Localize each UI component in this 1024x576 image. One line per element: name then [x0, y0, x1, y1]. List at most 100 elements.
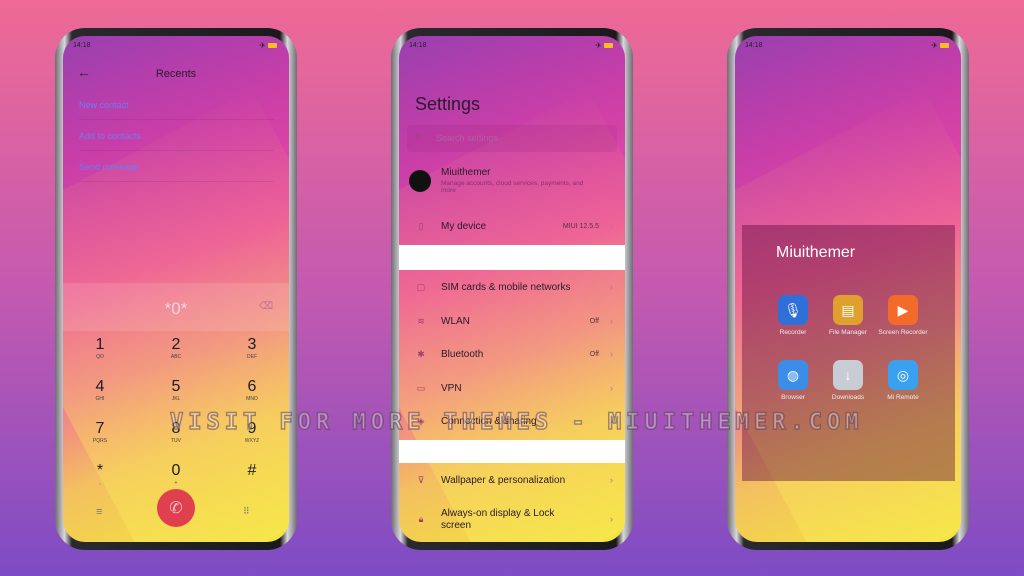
chevron-right-icon: ›	[610, 382, 613, 393]
app-icon: 🎙︎	[778, 295, 808, 325]
battery-icon	[268, 43, 277, 49]
app-icon: ◍	[778, 360, 808, 390]
account-name: Miuithemer	[441, 167, 491, 178]
key-7[interactable]: 7 PQRS	[80, 420, 120, 444]
chevron-right-icon: ›	[610, 514, 613, 524]
dialer-screen: 14:18 ✈ ← Recents New contact Add to con…	[63, 36, 289, 542]
app-downloads[interactable]: ↓ Downloads	[821, 360, 875, 402]
key-letters: ABC	[170, 354, 182, 360]
key-letters: MNO	[246, 396, 258, 402]
row-value: MIUI 12.5.5	[562, 223, 599, 230]
key-6[interactable]: 6 MNO	[232, 378, 272, 402]
key-letters: +	[174, 480, 178, 486]
dialpad-icon[interactable]: ⠿	[243, 506, 250, 517]
app-file-manager[interactable]: ▤ File Manager	[821, 295, 875, 337]
app-browser[interactable]: ◍ Browser	[766, 360, 820, 402]
key-0[interactable]: 0 +	[156, 462, 196, 486]
key-digit: 6	[247, 378, 257, 395]
key-3[interactable]: 3 DEF	[232, 336, 272, 360]
search-input[interactable]: ⚲ Search settings	[407, 125, 617, 152]
home-screen: 14:18 ✈ Miuithemer 🎙︎ Recorder ▤ File Manag…	[735, 36, 961, 542]
app-label: Downloads	[831, 394, 865, 401]
row-value: Off	[589, 317, 599, 325]
section-divider	[399, 440, 625, 463]
chevron-right-icon: ›	[610, 221, 613, 231]
chevron-right-icon: ›	[610, 475, 613, 485]
chevron-right-icon: ›	[610, 315, 613, 326]
phone-settings: 14:18 ✈ Settings ⚲ Search settings Miuit…	[391, 28, 633, 550]
dial-input[interactable]: *0*	[63, 299, 289, 319]
app-label: Recorder	[779, 329, 807, 336]
row-label: Always-on display & Lock screen	[441, 508, 555, 531]
row-label: WLAN	[441, 315, 470, 327]
key-2[interactable]: 2 ABC	[156, 336, 196, 360]
page-title: Settings	[415, 94, 481, 114]
key-letters: TUV	[171, 438, 181, 444]
app-icon: ▶	[888, 295, 918, 325]
app-icon: ◎	[888, 360, 918, 390]
folder-title[interactable]: Miuithemer	[776, 244, 855, 262]
key-letters: QO	[96, 354, 104, 360]
status-icons: ✈	[595, 41, 613, 50]
key-4[interactable]: 4 GHI	[80, 378, 120, 402]
menu-icon[interactable]: ≡	[96, 506, 102, 518]
battery-icon	[604, 43, 613, 49]
account-row[interactable]: Miuithemer Manage accounts, cloud servic…	[399, 164, 625, 204]
phone-dialer: 14:18 ✈ ← Recents New contact Add to con…	[55, 28, 297, 550]
call-button[interactable]: ✆	[157, 489, 195, 527]
new-contact-link[interactable]: New contact	[79, 100, 274, 120]
status-time: 14:18	[745, 42, 763, 49]
status-icons: ✈	[931, 41, 949, 50]
key-digit: 3	[247, 336, 257, 353]
phone-home: 14:18 ✈ Miuithemer 🎙︎ Recorder ▤ File Manag…	[727, 28, 969, 550]
wifi-icon: ≋	[417, 315, 425, 326]
app-label: Browser	[781, 394, 805, 401]
status-time: 14:18	[73, 42, 91, 49]
search-placeholder: Search settings	[436, 133, 499, 143]
app-mi-remote[interactable]: ◎ Mi Remote	[876, 360, 930, 402]
status-icons: ✈	[259, 41, 277, 50]
row-label: Wallpaper & personalization	[441, 475, 566, 486]
account-desc: Manage accounts, cloud services, payment…	[441, 180, 584, 194]
app-label: File Manager	[829, 329, 867, 336]
send-message-link[interactable]: Send message	[79, 162, 274, 182]
status-time: 14:18	[409, 42, 427, 49]
key-letters: JKL	[171, 396, 181, 402]
row-label: SIM cards & mobile networks	[441, 282, 571, 293]
app-folder: Miuithemer 🎙︎ Recorder ▤ File Manager ▶ Scree…	[742, 225, 955, 481]
key-digit: 2	[171, 336, 181, 353]
key-digit: 7	[95, 420, 105, 437]
search-icon: ⚲	[415, 132, 422, 142]
key-1[interactable]: 1 QO	[80, 336, 120, 360]
key-*[interactable]: *,	[80, 462, 120, 486]
key-#[interactable]: #	[232, 462, 272, 480]
vpn-icon: ▭	[416, 382, 426, 393]
add-to-contacts-link[interactable]: Add to contacts	[79, 131, 274, 151]
app-icon: ▤	[833, 295, 863, 325]
device-icon: ▯	[418, 221, 424, 231]
app-label: Screen Recorder	[878, 329, 928, 336]
row-value: Off	[589, 351, 599, 358]
sim-icon: ▢	[416, 282, 426, 292]
app-icon: ↓	[833, 360, 863, 390]
battery-icon	[940, 43, 949, 49]
dial-input-area: *0* ⌫	[63, 283, 289, 331]
key-digit: #	[247, 462, 257, 479]
row-label: My device	[441, 221, 487, 232]
key-5[interactable]: 5 JKL	[156, 378, 196, 402]
lock-icon: 🔒︎	[418, 514, 424, 524]
key-digit: 0	[171, 462, 181, 479]
key-letters: DEF	[247, 354, 257, 360]
row-label: VPN	[441, 382, 462, 394]
app-label: Mi Remote	[887, 394, 919, 401]
app-screen-recorder[interactable]: ▶ Screen Recorder	[876, 295, 930, 337]
chevron-right-icon: ›	[610, 176, 613, 186]
key-digit: 5	[171, 378, 181, 395]
app-recorder[interactable]: 🎙︎ Recorder	[766, 295, 820, 337]
key-digit: 1	[95, 336, 105, 353]
backspace-icon[interactable]: ⌫	[259, 301, 273, 312]
section-divider	[399, 245, 625, 270]
key-letters: GHI	[95, 396, 105, 402]
key-digit: *	[96, 462, 104, 479]
watermark: VISIT FOR MORE THEMES - MIUITHEMER.COM	[169, 409, 864, 436]
